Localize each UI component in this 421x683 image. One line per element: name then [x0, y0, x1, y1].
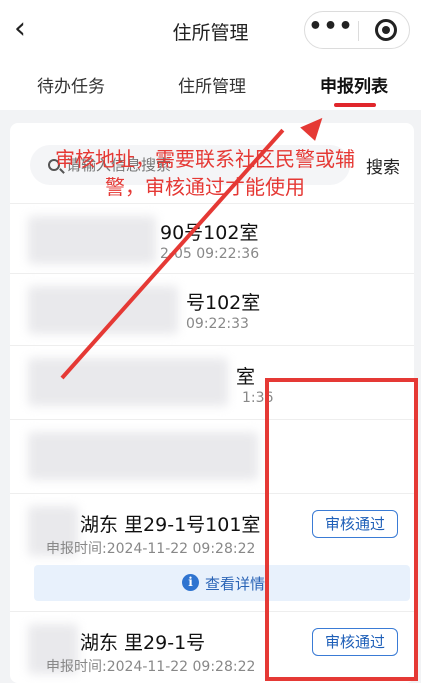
list-item-address: 室	[236, 366, 256, 388]
list-item-time: 09:22:33	[186, 316, 249, 332]
list-item-address: 湖东 里29-1号101室	[80, 514, 261, 536]
active-tab-indicator	[334, 103, 376, 107]
capsule-divider	[358, 21, 359, 41]
redacted-area	[28, 286, 178, 334]
tab-residence[interactable]: 住所管理	[178, 72, 246, 97]
list-item-address: 号102室	[186, 292, 261, 314]
view-detail-label: 查看详情	[205, 575, 266, 593]
close-target-icon[interactable]	[375, 19, 397, 41]
annotation-text: 审核地址，需要联系社区民警或辅警，审核通过才能使用	[55, 147, 355, 199]
list-item-address: 湖东 里29-1号	[80, 632, 206, 654]
redacted-area	[28, 358, 228, 406]
tab-todo[interactable]: 待办任务	[37, 72, 105, 97]
list-item-address: 90号102室	[160, 222, 259, 244]
list-item[interactable]: 90号102室 2-05 09:22:36	[10, 203, 414, 277]
tab-declaration-list[interactable]: 申报列表	[320, 72, 388, 97]
list-item-time: 申报时间:2024-11-22 09:28:22	[46, 659, 256, 675]
info-icon: i	[182, 574, 199, 591]
redacted-area	[28, 432, 258, 480]
nav-bar: ‹ 住所管理 •••	[0, 0, 421, 60]
tab-bar: 待办任务 住所管理 申报列表	[0, 60, 421, 110]
more-icon[interactable]: •••	[305, 12, 357, 48]
mini-program-capsule: •••	[304, 11, 410, 49]
search-button[interactable]: 搜索	[366, 153, 400, 178]
list-item-time: 申报时间:2024-11-22 09:28:22	[46, 541, 256, 557]
redacted-area	[28, 216, 156, 264]
list-item[interactable]: 号102室 09:22:33	[10, 273, 414, 347]
annotation-highlight-box	[265, 378, 418, 681]
